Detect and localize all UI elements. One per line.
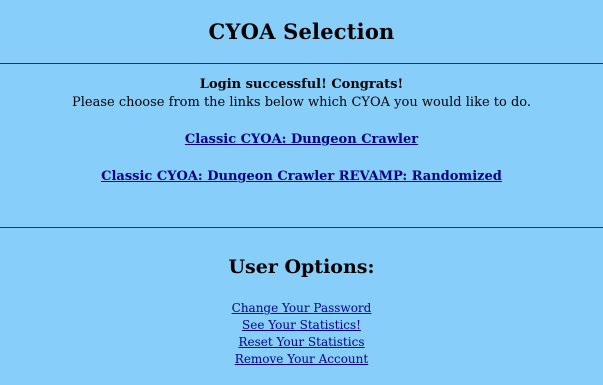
instruction-text: Please choose from the links below which… [71, 95, 532, 110]
cyoa-link-dungeon-crawler[interactable]: Classic CYOA: Dungeon Crawler [185, 132, 418, 147]
page-title: CYOA Selection [208, 19, 395, 44]
cyoa-link-dungeon-crawler-revamp[interactable]: Classic CYOA: Dungeon Crawler REVAMP: Ra… [101, 169, 502, 184]
page-header: CYOA Selection [0, 0, 603, 64]
remove-account-link[interactable]: Remove Your Account [235, 351, 368, 368]
see-statistics-link[interactable]: See Your Statistics! [242, 317, 361, 334]
reset-statistics-link[interactable]: Reset Your Statistics [239, 334, 365, 351]
change-password-link[interactable]: Change Your Password [232, 300, 372, 317]
user-options-title: User Options: [228, 256, 375, 278]
cyoa-selection-section: Login successful! Congrats! Please choos… [0, 64, 603, 228]
user-options-section: User Options: Change Your Password See Y… [0, 228, 603, 368]
login-success-message: Login successful! Congrats! [199, 77, 404, 92]
